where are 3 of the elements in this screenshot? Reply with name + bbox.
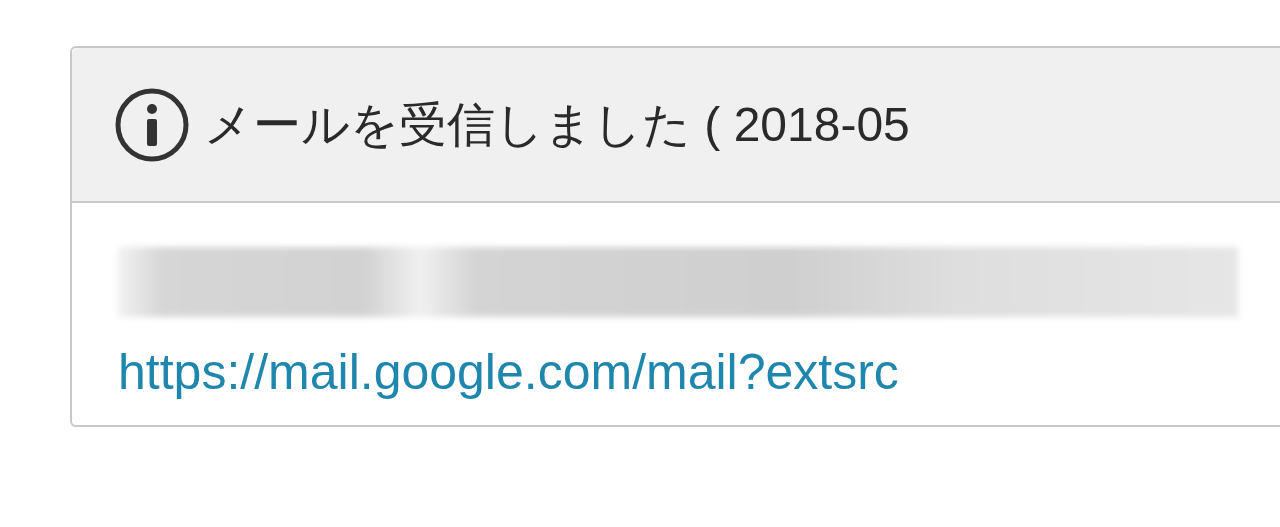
mail-link[interactable]: https://mail.google.com/mail?extsrc [118,343,899,401]
info-icon [114,86,190,163]
notification-title: メールを受信しました ( 2018-05 [204,96,910,153]
